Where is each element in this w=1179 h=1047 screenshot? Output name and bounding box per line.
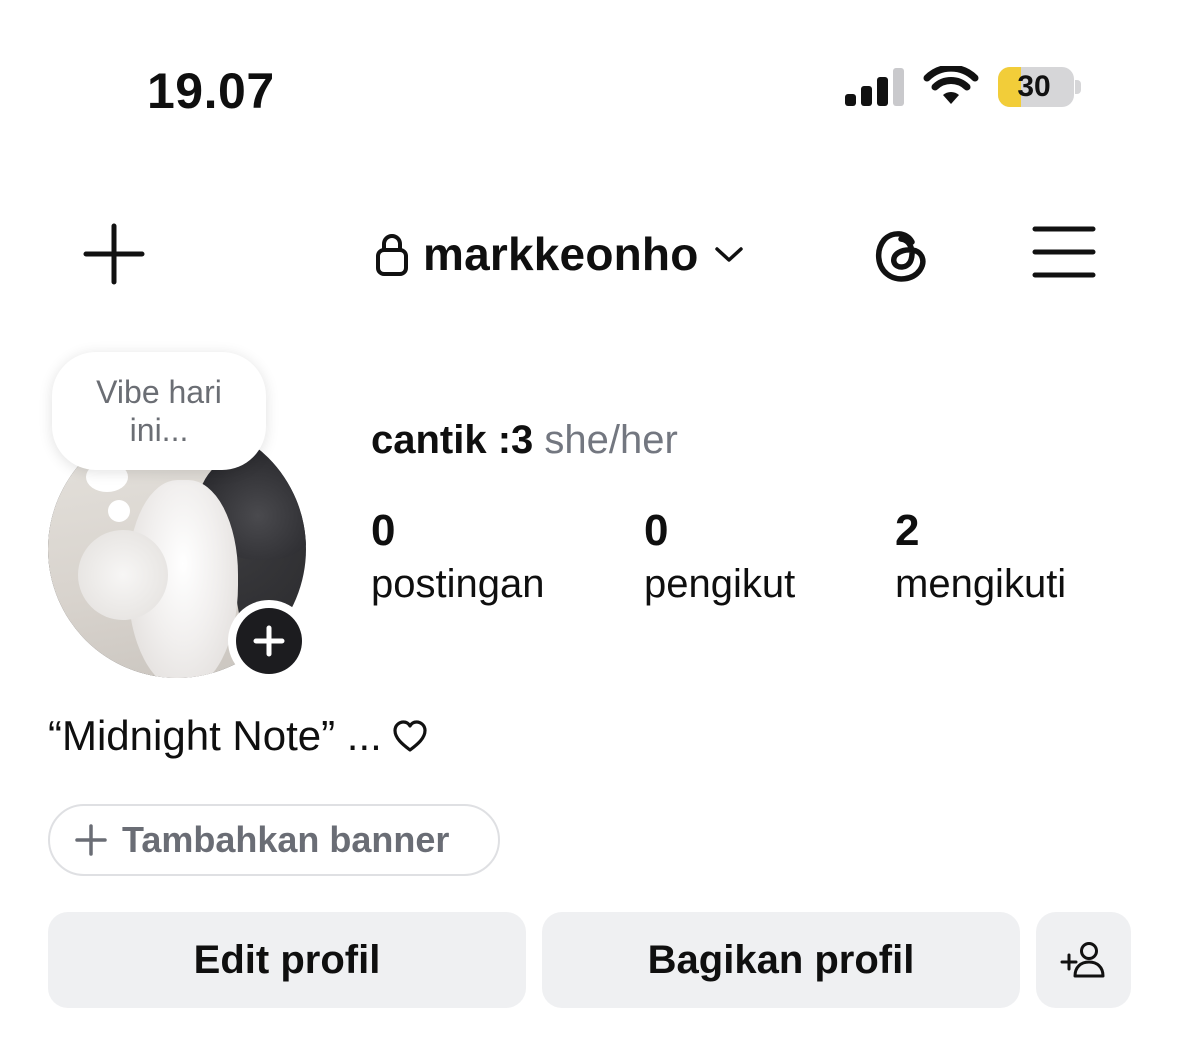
cellular-signal-icon xyxy=(845,68,904,106)
lock-icon xyxy=(376,234,408,276)
threads-icon[interactable] xyxy=(868,222,934,288)
stat-count: 0 xyxy=(371,506,396,555)
add-person-icon xyxy=(1060,942,1104,978)
stat-count: 2 xyxy=(895,506,920,555)
stat-label: mengikuti xyxy=(895,562,1067,606)
battery-cap xyxy=(1075,80,1081,94)
status-time: 19.07 xyxy=(147,63,275,119)
hamburger-menu-icon[interactable] xyxy=(1032,224,1096,280)
add-story-circle xyxy=(236,608,302,674)
profile-screen: 19.07 30 markkeonho Vibe hari ini... can… xyxy=(0,0,1179,1047)
pronouns: she/her xyxy=(544,418,678,462)
chevron-down-icon xyxy=(714,247,743,262)
battery-icon: 30 xyxy=(998,67,1074,107)
note-bubble-dot xyxy=(108,500,130,522)
stat-followers[interactable]: 0 pengikut xyxy=(644,506,795,612)
battery-percent: 30 xyxy=(1017,70,1051,103)
stat-label: pengikut xyxy=(644,562,796,606)
plus-icon xyxy=(75,824,107,856)
note-bubble[interactable]: Vibe hari ini... xyxy=(52,352,266,470)
username: markkeonho xyxy=(423,228,699,280)
edit-profile-button[interactable]: Edit profil xyxy=(48,912,526,1008)
add-story-button[interactable] xyxy=(228,600,310,682)
add-banner-label: Tambahkan banner xyxy=(122,819,450,860)
stat-posts[interactable]: 0 postingan xyxy=(371,506,544,612)
bio: “Midnight Note” ... xyxy=(48,712,428,760)
note-placeholder: Vibe hari ini... xyxy=(96,374,222,448)
bio-text: “Midnight Note” ... xyxy=(48,712,382,759)
display-name: cantik :3 xyxy=(371,418,534,462)
discover-people-button[interactable] xyxy=(1036,912,1131,1008)
stat-following[interactable]: 2 mengikuti xyxy=(895,506,1066,612)
wifi-icon xyxy=(923,66,979,104)
account-switcher[interactable]: markkeonho xyxy=(375,222,745,286)
create-plus-icon[interactable] xyxy=(82,222,146,286)
avatar-plush-paw xyxy=(78,530,168,620)
display-name-line: cantik :3 she/her xyxy=(371,418,678,463)
share-profile-button[interactable]: Bagikan profil xyxy=(542,912,1020,1008)
stat-count: 0 xyxy=(644,506,669,555)
stat-label: postingan xyxy=(371,562,545,606)
heart-outline-icon xyxy=(393,720,427,752)
plus-icon xyxy=(253,625,285,657)
add-banner-button[interactable]: Tambahkan banner xyxy=(48,804,500,876)
